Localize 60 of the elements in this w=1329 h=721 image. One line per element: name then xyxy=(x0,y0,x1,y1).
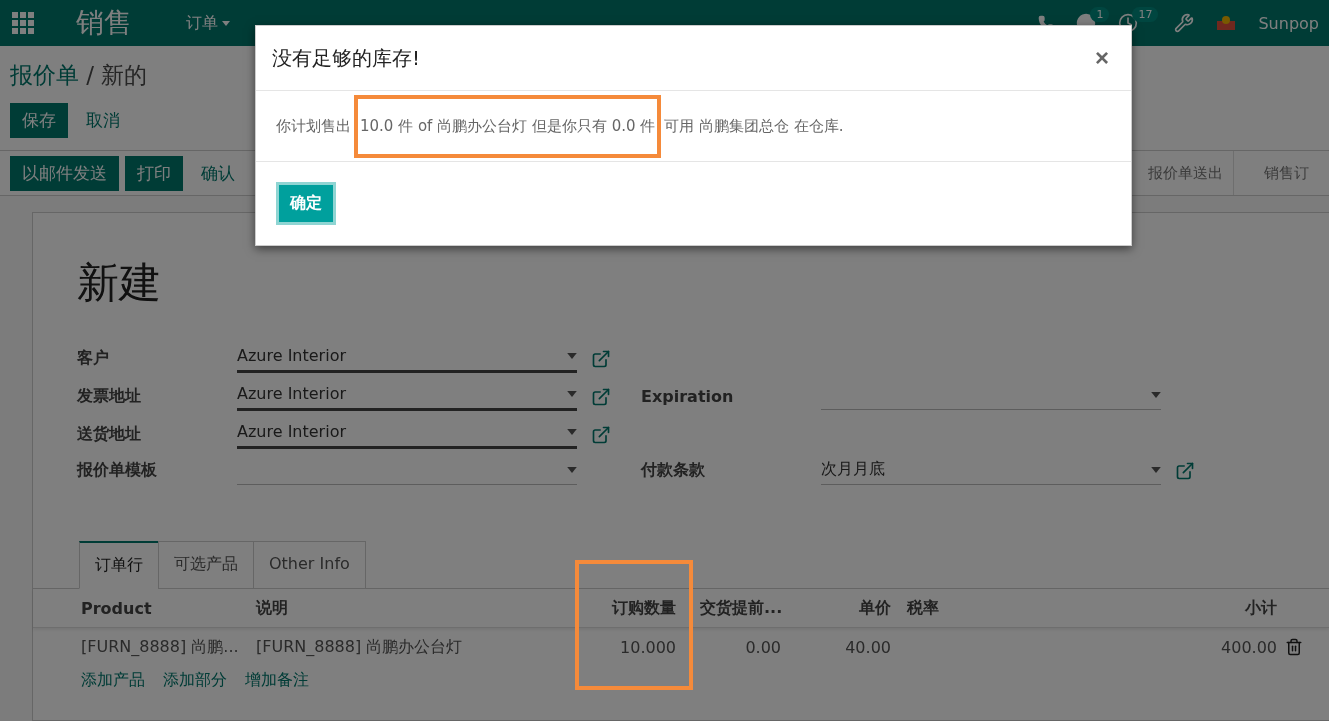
add-line-link[interactable]: 添加部分 xyxy=(163,670,227,691)
menu-item[interactable]: 订单 xyxy=(186,12,230,34)
column-header: 订购数量 xyxy=(610,597,677,619)
form-button[interactable]: 取消 xyxy=(74,103,132,138)
column-header: 说明 xyxy=(254,597,289,619)
activity-count-badge: 17 xyxy=(1132,7,1159,22)
caret-icon xyxy=(567,352,577,359)
column-header: 小计 xyxy=(1244,597,1278,619)
dropdown-field[interactable]: 次月月底 xyxy=(821,455,1161,485)
field-label: 送货地址 xyxy=(77,424,142,445)
header-button[interactable]: 确认 xyxy=(189,155,247,191)
delete-icon[interactable] xyxy=(1285,638,1303,656)
add-line-link[interactable]: 增加备注 xyxy=(245,670,309,691)
field-label: 客户 xyxy=(77,348,110,369)
field-label: 报价单模板 xyxy=(77,460,158,481)
user-name[interactable]: Sunpop xyxy=(1258,13,1319,33)
column-header: Product xyxy=(81,598,153,618)
caret-icon xyxy=(567,390,577,397)
column-header: 单价 xyxy=(858,597,892,619)
caret-icon xyxy=(1151,391,1161,398)
table-cell-text: 10.000 xyxy=(619,637,677,657)
column-header: 税率 xyxy=(905,597,940,619)
table-cell-text: [FURN_8888] 尚鹏办公台灯 xyxy=(255,636,464,658)
dropdown-field[interactable]: Azure Interior xyxy=(237,341,577,373)
caret-icon xyxy=(567,466,577,473)
external-link-icon[interactable] xyxy=(591,387,611,407)
field-label: 发票地址 xyxy=(77,386,142,407)
table-cell-text: [FURN_8888] 尚鹏... xyxy=(81,636,240,658)
dialog-title: 没有足够的库存! xyxy=(272,44,421,72)
dropdown-field[interactable]: Azure Interior xyxy=(237,417,577,449)
dialog-message: 你计划售出 10.0 件 of 尚鹏办公台灯 但是你只有 0.0 件 可用 尚鹏集团总仓 在仓库. xyxy=(276,94,844,158)
external-link-icon[interactable] xyxy=(591,349,611,369)
field-label: 付款条款 xyxy=(641,460,706,481)
avatar-icon xyxy=(1216,15,1237,31)
table-cell-text: 400.00 xyxy=(1220,637,1278,657)
caret-icon xyxy=(222,20,230,26)
external-link-icon[interactable] xyxy=(1175,461,1195,481)
breadcrumb: 报价单 / 新的 xyxy=(10,61,149,90)
caret-icon xyxy=(567,428,577,435)
table-cell-text: 40.00 xyxy=(844,637,892,657)
tools-icon[interactable] xyxy=(1174,13,1195,33)
header-button[interactable]: 打印 xyxy=(125,155,183,191)
tab[interactable]: Other Info xyxy=(253,541,366,589)
add-line-link[interactable]: 添加产品 xyxy=(81,670,145,691)
app-name: 销售 xyxy=(76,5,132,41)
field-label: Expiration xyxy=(641,387,735,408)
external-link-icon[interactable] xyxy=(591,425,611,445)
column-header: 交货提前... xyxy=(699,597,784,619)
record-title: 新建 xyxy=(77,257,162,309)
caret-icon xyxy=(1151,466,1161,473)
tab[interactable]: 可选产品 xyxy=(158,541,254,589)
dropdown-field[interactable]: Azure Interior xyxy=(237,379,577,411)
apps-grid-icon[interactable] xyxy=(12,12,34,34)
close-button[interactable]: × xyxy=(1089,43,1115,73)
ok-button[interactable]: 确定 xyxy=(276,182,336,225)
form-button[interactable]: 保存 xyxy=(10,103,68,138)
tab[interactable]: 订单行 xyxy=(79,541,159,589)
header-button[interactable]: 以邮件发送 xyxy=(10,155,119,191)
table-cell-text: 0.00 xyxy=(744,637,782,657)
message-count-badge: 1 xyxy=(1090,7,1110,22)
